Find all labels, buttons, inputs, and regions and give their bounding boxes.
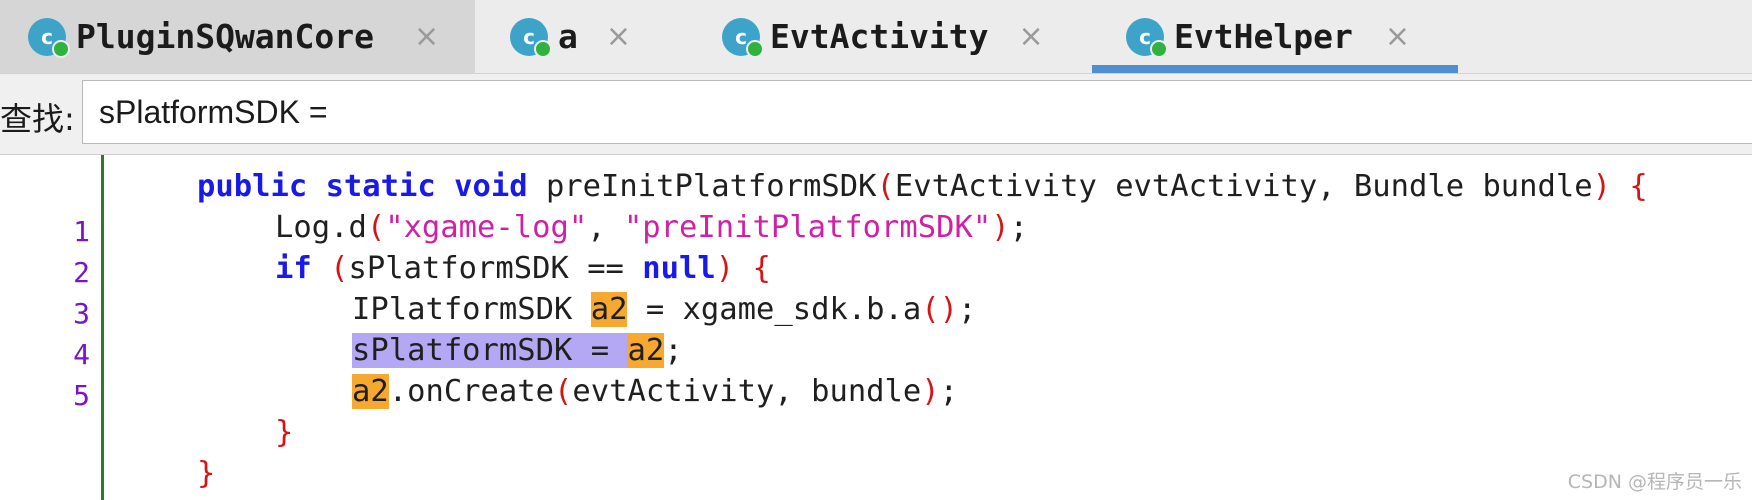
tab-label: EvtHelper: [1174, 17, 1353, 56]
code-line: IPlatformSDK a2 = xgame_sdk.b.a();: [352, 292, 977, 327]
code-line: sPlatformSDK = a2;: [352, 333, 683, 368]
tab-label: a: [558, 17, 578, 56]
search-match: a2: [590, 292, 628, 327]
code-line: public static void preInitPlatformSDK(Ev…: [197, 169, 1648, 204]
code-line: }: [197, 456, 216, 491]
close-icon[interactable]: ×: [606, 21, 631, 52]
code-line: }: [275, 415, 294, 450]
tab-evthelper[interactable]: c EvtHelper ×: [1092, 0, 1458, 73]
line-number: 4: [73, 338, 90, 371]
line-number: 2: [73, 256, 90, 289]
line-number: 3: [73, 297, 90, 330]
code-editor[interactable]: 1 2 3 4 5 public static void preInitPlat…: [0, 155, 1752, 500]
editor-tab-bar: c PluginSQwanCore × c a × c EvtActivity …: [0, 0, 1752, 74]
tab-a[interactable]: c a ×: [510, 0, 690, 73]
tab-label: PluginSQwanCore: [76, 17, 375, 56]
class-icon: c: [1126, 17, 1168, 58]
class-icon: c: [510, 17, 552, 58]
close-icon[interactable]: ×: [414, 21, 439, 52]
gutter-change-marker: [101, 155, 104, 500]
code-line: Log.d("xgame-log", "preInitPlatformSDK")…: [275, 210, 1028, 245]
find-input[interactable]: sPlatformSDK =: [82, 80, 1752, 144]
find-label: 查找:: [0, 100, 75, 138]
active-tab-indicator: [1092, 65, 1458, 73]
search-match: a2: [627, 333, 665, 368]
tab-label: EvtActivity: [770, 17, 989, 56]
tab-pluginsqwancore[interactable]: c PluginSQwanCore ×: [0, 0, 475, 73]
line-number: 5: [73, 379, 90, 412]
line-number: 1: [73, 215, 90, 248]
close-icon[interactable]: ×: [1019, 21, 1044, 52]
class-icon: c: [28, 17, 70, 58]
find-bar: 查找: sPlatformSDK =: [0, 74, 1752, 155]
class-icon: c: [722, 17, 764, 58]
code-line: if (sPlatformSDK == null) {: [275, 251, 771, 286]
close-icon[interactable]: ×: [1385, 21, 1410, 52]
code-line: a2.onCreate(evtActivity, bundle);: [352, 374, 959, 409]
search-result-highlight: sPlatformSDK =: [352, 333, 628, 368]
watermark: CSDN @程序员一乐: [1567, 471, 1742, 493]
tab-evtactivity[interactable]: c EvtActivity ×: [722, 0, 1057, 73]
search-match: a2: [352, 374, 389, 409]
